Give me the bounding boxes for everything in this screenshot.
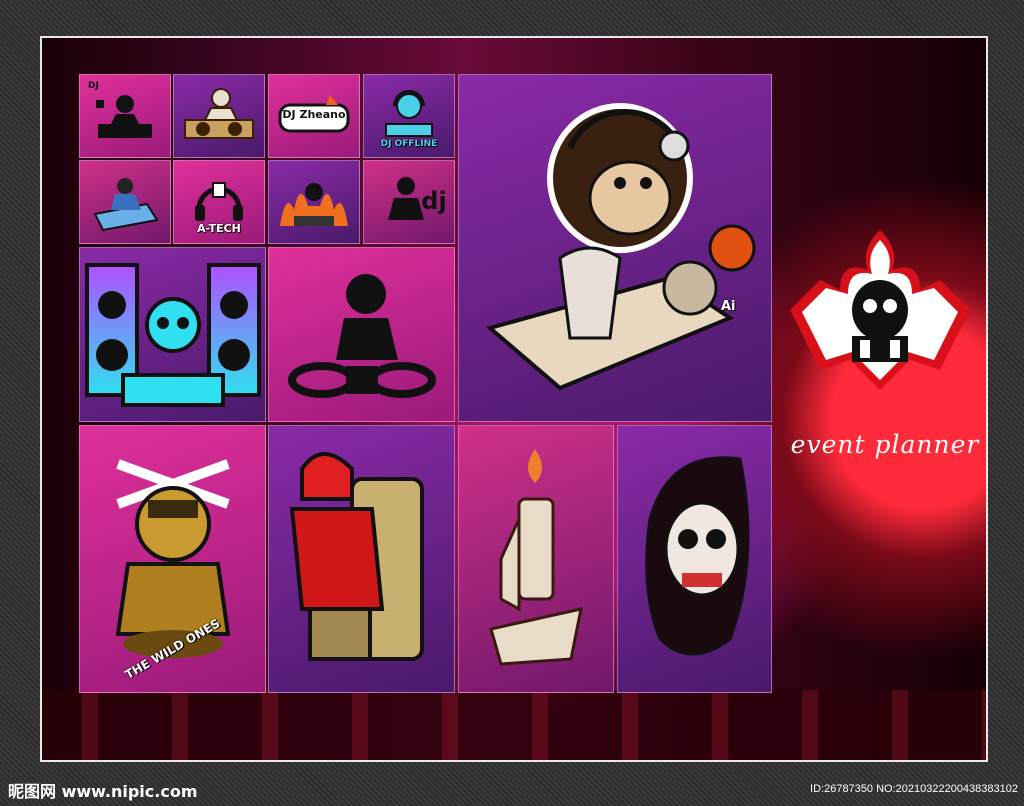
hooded-skull-icon bbox=[644, 456, 749, 656]
ai-ball-label: Ai bbox=[721, 299, 736, 314]
monkey-dj-icon bbox=[485, 103, 756, 391]
zheano-label: DJ Zheano bbox=[282, 108, 346, 121]
site-watermark: 昵图网 www.nipic.com bbox=[8, 782, 198, 801]
dj-small-label: DJ bbox=[88, 81, 99, 91]
tile-dj-blue-deck[interactable] bbox=[79, 160, 171, 244]
event-planner-tagline: event planner bbox=[790, 430, 980, 459]
skull-wings-logo-icon bbox=[790, 230, 970, 390]
tile-speaker-skull[interactable] bbox=[79, 247, 266, 422]
tile-dj-zheano[interactable]: DJ Zheano bbox=[268, 74, 360, 158]
dj-blue-deck-icon bbox=[93, 178, 159, 232]
tile-dj-turntable[interactable] bbox=[173, 74, 265, 158]
headphone-fist-icon bbox=[195, 182, 243, 221]
dj-silhouette-large-icon bbox=[287, 273, 436, 398]
spray-can-characters-icon bbox=[289, 452, 424, 661]
tile-spray-hand[interactable] bbox=[458, 425, 614, 693]
hand-spray-can-icon bbox=[489, 449, 583, 666]
tile-reaper-skull[interactable] bbox=[617, 425, 772, 693]
tile-spray-cans[interactable] bbox=[268, 425, 455, 693]
dj-offline-label: DJ OFFLINE bbox=[380, 139, 438, 149]
tile-dj-offline[interactable]: DJ OFFLINE bbox=[363, 74, 455, 158]
tile-dj-mixer[interactable]: DJ bbox=[79, 74, 171, 158]
a-tech-label: A-TECH bbox=[197, 222, 241, 235]
dj-mixer-icon bbox=[96, 95, 152, 138]
fire-dj-icon bbox=[280, 183, 348, 226]
dj-turntable-icon bbox=[184, 88, 254, 139]
tile-wild-ones[interactable]: THE WILD ONES bbox=[79, 425, 266, 693]
speaker-skull-icon bbox=[84, 262, 261, 407]
dj-lower-label: dj bbox=[421, 187, 447, 215]
headphone-dj-icon bbox=[385, 90, 433, 137]
tile-monkey-dj[interactable]: Ai bbox=[458, 74, 772, 422]
image-id-watermark: ID:26787350 NO:20210322200438383102 bbox=[810, 783, 1018, 795]
tile-dj-text[interactable]: dj bbox=[363, 160, 455, 244]
tile-dj-fire[interactable] bbox=[268, 160, 360, 244]
tile-a-tech[interactable]: A-TECH bbox=[173, 160, 265, 244]
tile-dj-silhouette[interactable] bbox=[268, 247, 455, 422]
